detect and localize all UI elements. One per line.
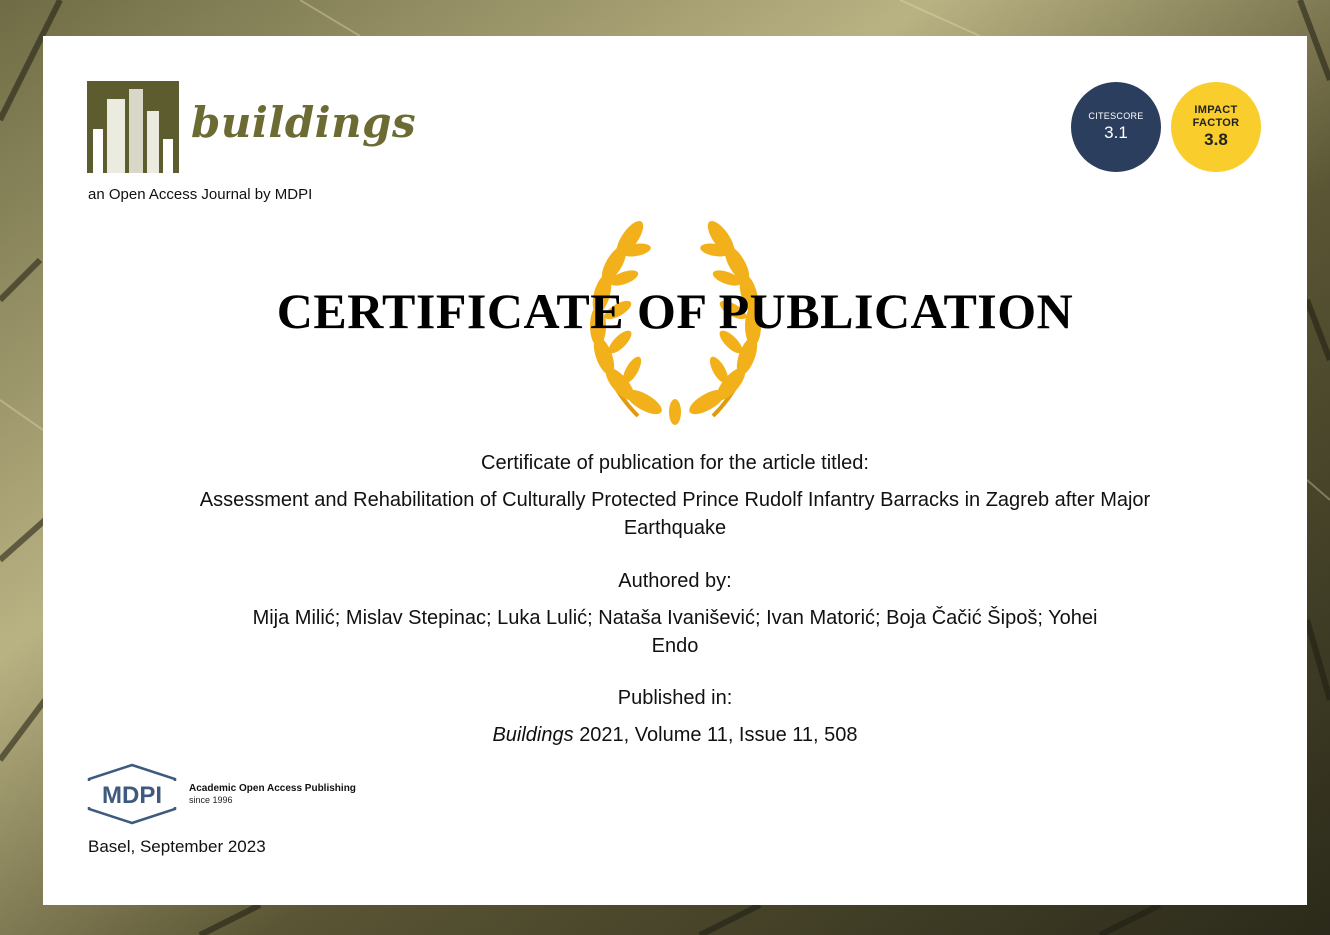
buildings-logo-icon <box>87 81 179 173</box>
citescore-value: 3.1 <box>1104 123 1128 142</box>
certificate-card: buildings an Open Access Journal by MDPI… <box>43 36 1307 905</box>
publisher-tagline: Academic Open Access Publishing <box>189 783 356 794</box>
author-list: Mija Milić; Mislav Stepinac; Luka Lulić;… <box>252 607 1098 657</box>
citescore-badge: CITESCORE 3.1 <box>1071 82 1161 172</box>
published-in-label: Published in: <box>617 687 733 709</box>
impact-factor-label: IMPACT FACTOR <box>1192 104 1240 129</box>
citescore-label: CITESCORE <box>1088 111 1144 121</box>
journal-name: buildings <box>191 98 417 147</box>
citation-details: 2021, Volume 11, Issue 11, 508 <box>579 724 858 746</box>
certificate-title: CERTIFICATE OF PUBLICATION <box>276 283 1074 339</box>
authored-by-label: Authored by: <box>618 570 732 592</box>
impact-factor-value: 3.8 <box>1204 130 1228 149</box>
place-and-date: Basel, September 2023 <box>88 837 266 856</box>
certificate-intro: Certificate of publication for the artic… <box>481 452 869 474</box>
publisher-since: since 1996 <box>189 795 233 805</box>
citation-journal: Buildings <box>492 724 574 746</box>
citation: Buildings 2021, Volume 11, Issue 11, 508 <box>153 721 1197 749</box>
impact-factor-badge: IMPACT FACTOR 3.8 <box>1171 82 1261 172</box>
mdpi-logo-icon: MDPI <box>85 763 180 825</box>
article-title: Assessment and Rehabilitation of Cultura… <box>199 489 1151 539</box>
svg-text:MDPI: MDPI <box>102 782 162 809</box>
journal-tagline: an Open Access Journal by MDPI <box>88 186 313 203</box>
